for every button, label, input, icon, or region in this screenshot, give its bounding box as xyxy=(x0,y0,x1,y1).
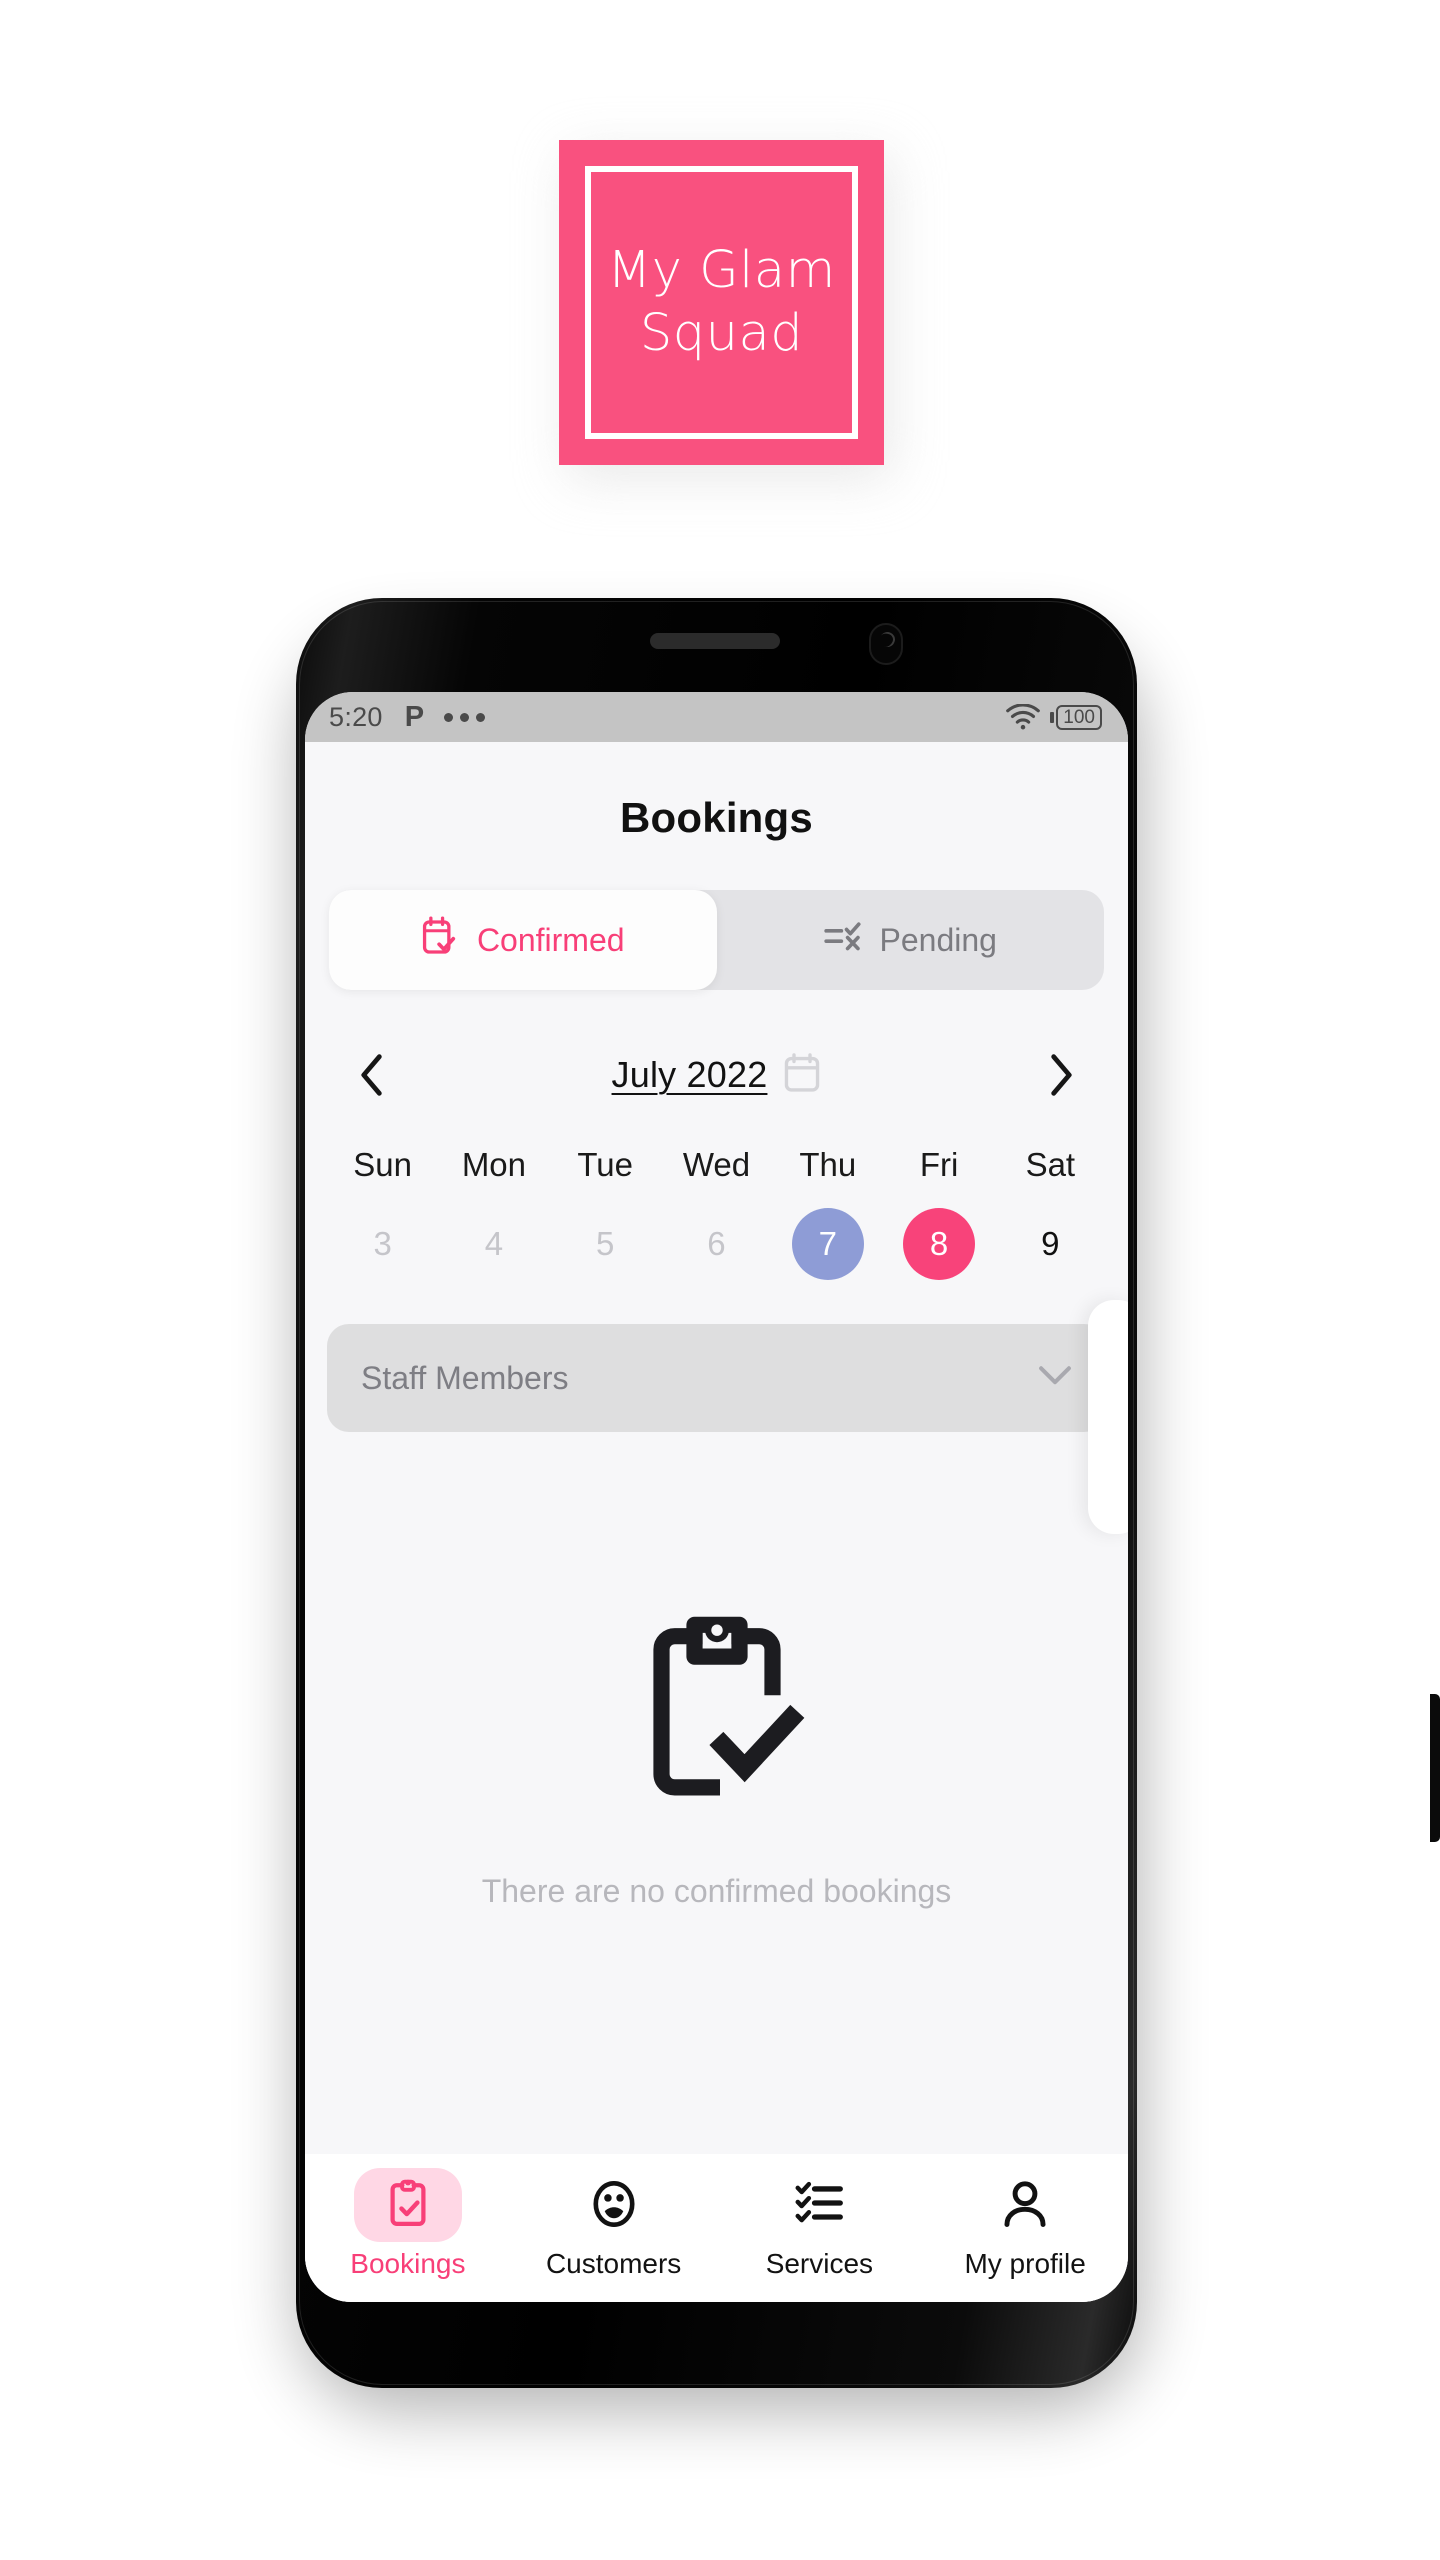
nav-services-box xyxy=(765,2168,873,2242)
weekday-label: Thu xyxy=(799,1146,857,1183)
nav-item-services[interactable]: Services xyxy=(717,2168,923,2280)
day-cell: 5 xyxy=(550,1208,661,1280)
month-label: July 2022 xyxy=(611,1054,768,1095)
power-button[interactable] xyxy=(1430,1694,1440,1842)
day-cell: 4 xyxy=(438,1208,549,1280)
calendar-check-icon xyxy=(421,916,459,964)
nav-item-my-profile[interactable]: My profile xyxy=(922,2168,1128,2280)
weekday-label: Mon xyxy=(461,1146,527,1183)
more-dots-icon xyxy=(444,712,486,722)
day-cell: 6 xyxy=(661,1208,772,1280)
nav-bookings-pill xyxy=(353,2168,462,2242)
front-camera xyxy=(869,623,903,665)
day-cell: 8 xyxy=(883,1208,994,1280)
list-check-x-icon xyxy=(823,919,862,961)
weekday-label: Fri xyxy=(919,1146,959,1183)
tab-confirmed-label: Confirmed xyxy=(476,921,625,958)
calendar-day-selected[interactable]: 8 xyxy=(903,1208,976,1280)
battery-nub xyxy=(1050,711,1055,723)
weekday-label: Sat xyxy=(1025,1146,1076,1183)
empty-state-message: There are no confirmed bookings xyxy=(481,1873,952,1909)
person-icon xyxy=(1002,2179,1048,2232)
nav-item-customers[interactable]: Customers xyxy=(511,2168,717,2280)
app-content: Bookings Confirmed Pending July 2022 Sun… xyxy=(305,742,1128,2302)
prev-month-button[interactable] xyxy=(343,1046,401,1104)
status-time: 5:20 xyxy=(329,701,383,732)
tab-pending[interactable]: Pending xyxy=(717,890,1105,990)
day-cell: 9 xyxy=(995,1208,1106,1280)
earpiece-speaker xyxy=(650,633,780,649)
day-cell: 7 xyxy=(772,1208,883,1280)
page-title: Bookings xyxy=(620,794,813,841)
nav-customers-box xyxy=(560,2168,668,2242)
calendar-day[interactable]: 6 xyxy=(680,1208,752,1280)
carrier-p-icon: P xyxy=(404,700,425,733)
battery-level: 100 xyxy=(1056,704,1102,730)
weekday-label: Tue xyxy=(577,1146,634,1183)
bottom-navigation-bar: Bookings Customers Services My profile xyxy=(305,2154,1128,2302)
calendar-day[interactable]: 5 xyxy=(569,1208,641,1280)
nav-item-bookings[interactable]: Bookings xyxy=(305,2168,511,2280)
nav-bookings-label: Bookings xyxy=(350,2248,466,2279)
status-bar: 5:20 P 100 xyxy=(305,692,1128,742)
screenshot-canvas: My Glam Squad 5:20 P 100 Bookings Confir… xyxy=(0,0,1440,2560)
phone-device-frame: 5:20 P 100 Bookings Confirmed Pending Ju… xyxy=(296,598,1440,2388)
nav-customers-label: Customers xyxy=(545,2248,682,2279)
side-panel-peek[interactable] xyxy=(1088,1300,1128,1534)
clipboard-check-icon xyxy=(385,2179,431,2232)
camera-glint xyxy=(877,629,898,650)
phone-screen: 5:20 P 100 Bookings Confirmed Pending Ju… xyxy=(305,692,1128,2302)
empty-state: There are no confirmed bookings xyxy=(305,1372,1128,2154)
month-picker[interactable]: July 2022 xyxy=(611,1052,822,1098)
calendar-day[interactable]: 4 xyxy=(458,1208,530,1280)
clipboard-check-icon xyxy=(624,1616,810,1821)
calendar-header: July 2022 xyxy=(343,1046,1090,1104)
tab-pending-label: Pending xyxy=(879,921,997,958)
next-month-button[interactable] xyxy=(1032,1046,1090,1104)
calendar-day[interactable]: 3 xyxy=(347,1208,419,1280)
nav-services-label: Services xyxy=(765,2248,874,2279)
calendar-icon xyxy=(783,1052,821,1098)
logo-square: My Glam Squad xyxy=(559,140,884,465)
wifi-icon xyxy=(1006,704,1041,730)
phone-top-bezel xyxy=(296,598,1137,698)
battery-icon: 100 xyxy=(1050,704,1102,730)
checklist-icon xyxy=(795,2181,844,2230)
nav-profile-label: My profile xyxy=(964,2248,1086,2279)
app-logo: My Glam Squad xyxy=(559,140,892,479)
weekday-label: Sun xyxy=(353,1146,412,1183)
calendar-day-row: 3 4 5 6 7 8 9 xyxy=(327,1208,1106,1280)
booking-status-tabs: Confirmed Pending xyxy=(329,890,1104,990)
nav-profile-box xyxy=(971,2168,1079,2242)
day-cell: 3 xyxy=(327,1208,438,1280)
calendar-day[interactable]: 9 xyxy=(1014,1208,1086,1280)
weekday-row: Sun Mon Tue Wed Thu Fri Sat xyxy=(327,1146,1106,1184)
calendar-day-today[interactable]: 7 xyxy=(791,1208,864,1280)
weekday-label: Wed xyxy=(682,1146,751,1183)
logo-text: My Glam Squad xyxy=(607,241,836,363)
tab-confirmed[interactable]: Confirmed xyxy=(329,890,717,990)
customers-face-icon xyxy=(590,2179,638,2232)
